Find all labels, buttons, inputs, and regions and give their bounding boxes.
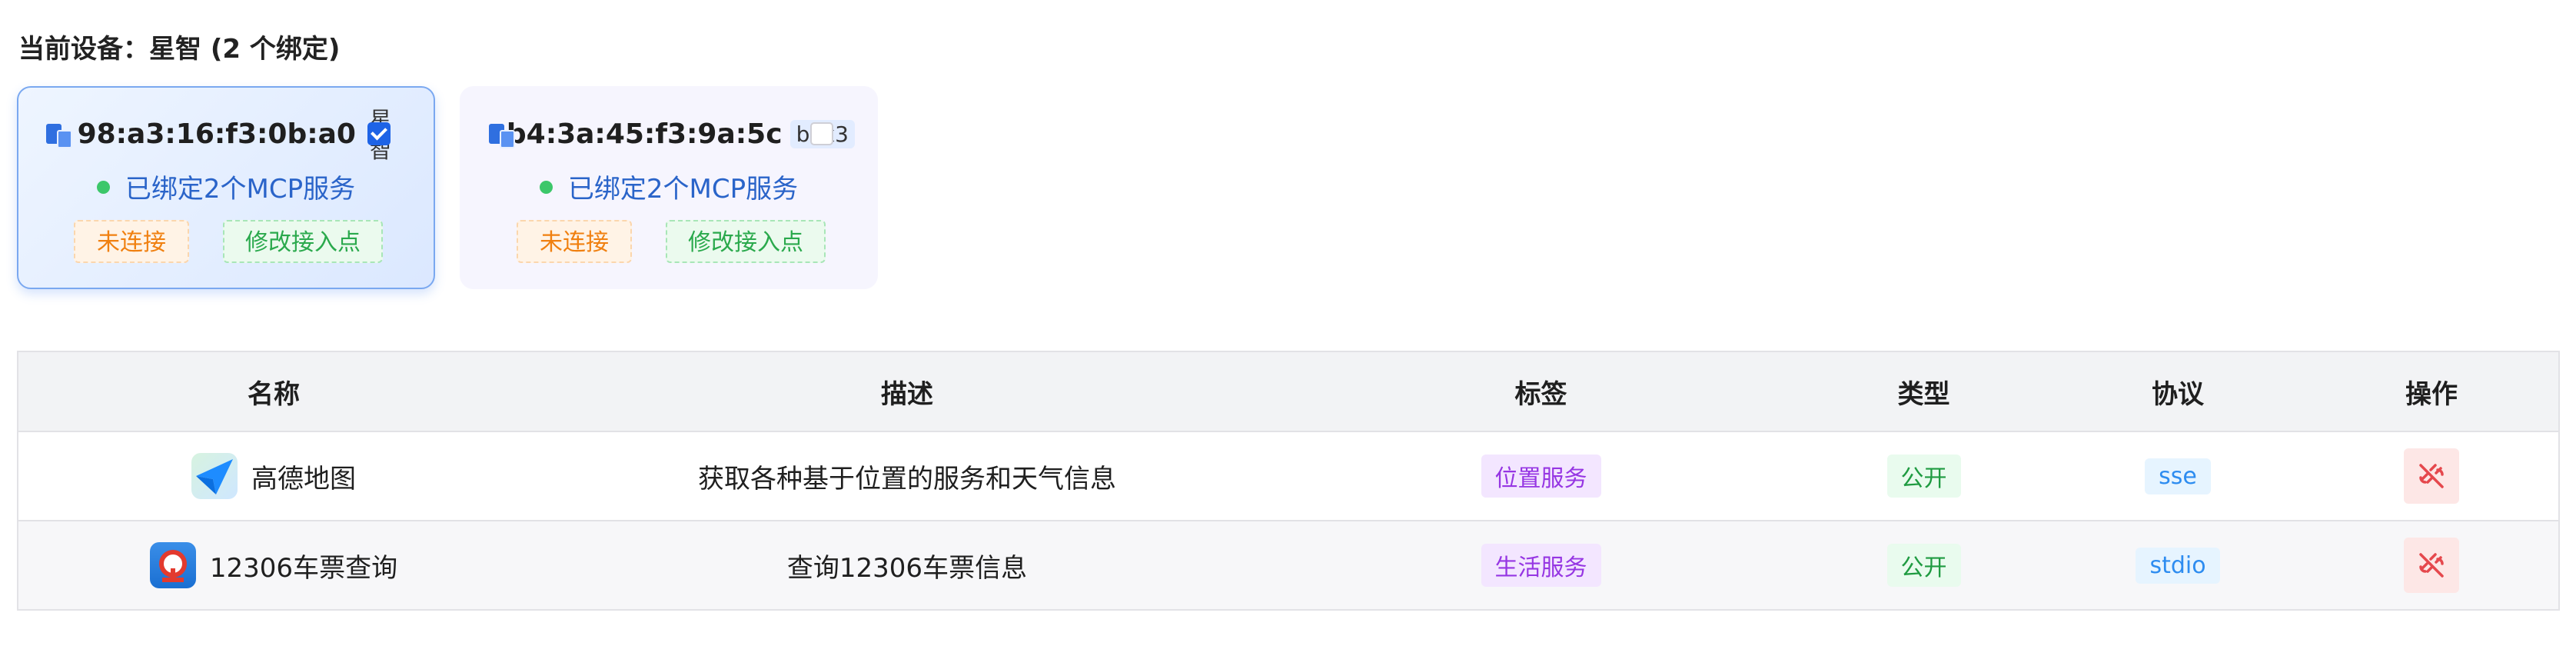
device-card-2[interactable]: b4:3a:45:f3:9a:5c box3 已绑定2个MCP服务 未连接 修改… [460, 86, 878, 289]
status-dot-icon [539, 181, 553, 194]
devices-icon [45, 121, 72, 148]
devices-icon [487, 121, 515, 148]
service-tag: 位置服务 [1481, 455, 1601, 498]
bound-status-text: 已绑定2个MCP服务 [567, 174, 799, 205]
mcp-services-table: 名称 描述 标签 类型 协议 操作 高德地图 获取各种基于位置的服务和天气信息 … [17, 351, 2560, 611]
device-select-checkbox[interactable] [367, 122, 391, 145]
edit-endpoint-button[interactable]: 修改接入点 [223, 220, 383, 263]
service-action-cell [2305, 432, 2558, 520]
column-header-protocol: 协议 [2152, 378, 2204, 410]
service-protocol-cell: stdio [2051, 521, 2305, 609]
service-action-cell [2305, 521, 2558, 609]
column-header-description: 描述 [881, 378, 933, 410]
device-card-1[interactable]: 98:a3:16:f3:0b:a0 星智 已绑定2个MCP服务 未连接 修改接入… [17, 86, 435, 289]
service-name-cell: 高德地图 [18, 432, 529, 520]
unbind-button[interactable] [2404, 538, 2459, 593]
service-protocol-cell: sse [2051, 432, 2305, 520]
amap-icon [191, 453, 238, 499]
service-type-cell: 公开 [1797, 521, 2051, 609]
table-row: 12306车票查询 查询12306车票信息 生活服务 公开 stdio [18, 521, 2558, 609]
unlink-icon [2419, 464, 2444, 488]
bound-status-text: 已绑定2个MCP服务 [125, 174, 356, 205]
table-header: 名称 描述 标签 类型 协议 操作 [18, 352, 2558, 432]
railway-icon [149, 542, 196, 588]
unbind-button[interactable] [2404, 448, 2459, 504]
service-tag-cell: 生活服务 [1285, 521, 1797, 609]
service-tag: 生活服务 [1481, 544, 1601, 587]
service-description: 查询12306车票信息 [786, 552, 1028, 584]
bound-status: 已绑定2个MCP服务 [461, 168, 876, 205]
status-dot-icon [96, 181, 110, 194]
device-select-checkbox[interactable] [810, 122, 833, 145]
column-header-action: 操作 [2405, 378, 2458, 410]
service-name-cell: 12306车票查询 [18, 521, 529, 609]
device-mac: b4:3a:45:f3:9a:5c [506, 118, 783, 150]
current-device-title: 当前设备：星智 (2 个绑定) [18, 34, 341, 65]
service-protocol-badge: stdio [2136, 547, 2220, 584]
table-row: 高德地图 获取各种基于位置的服务和天气信息 位置服务 公开 sse [18, 432, 2558, 521]
service-type-badge: 公开 [1886, 455, 1961, 498]
connection-status-badge: 未连接 [74, 220, 189, 263]
service-name: 12306车票查询 [209, 552, 398, 584]
column-header-type: 类型 [1897, 378, 1950, 410]
edit-endpoint-button[interactable]: 修改接入点 [666, 220, 826, 263]
service-protocol-badge: sse [2145, 458, 2211, 494]
service-type-badge: 公开 [1886, 544, 1961, 587]
connection-status-badge: 未连接 [517, 220, 632, 263]
service-tag-cell: 位置服务 [1285, 432, 1797, 520]
service-type-cell: 公开 [1797, 432, 2051, 520]
column-header-tag: 标签 [1514, 378, 1567, 410]
bound-status: 已绑定2个MCP服务 [18, 168, 434, 205]
unlink-icon [2419, 553, 2444, 578]
column-header-name: 名称 [248, 378, 300, 410]
service-name: 高德地图 [251, 463, 356, 494]
device-mac: 98:a3:16:f3:0b:a0 [77, 118, 356, 150]
service-description: 获取各种基于位置的服务和天气信息 [698, 463, 1116, 494]
